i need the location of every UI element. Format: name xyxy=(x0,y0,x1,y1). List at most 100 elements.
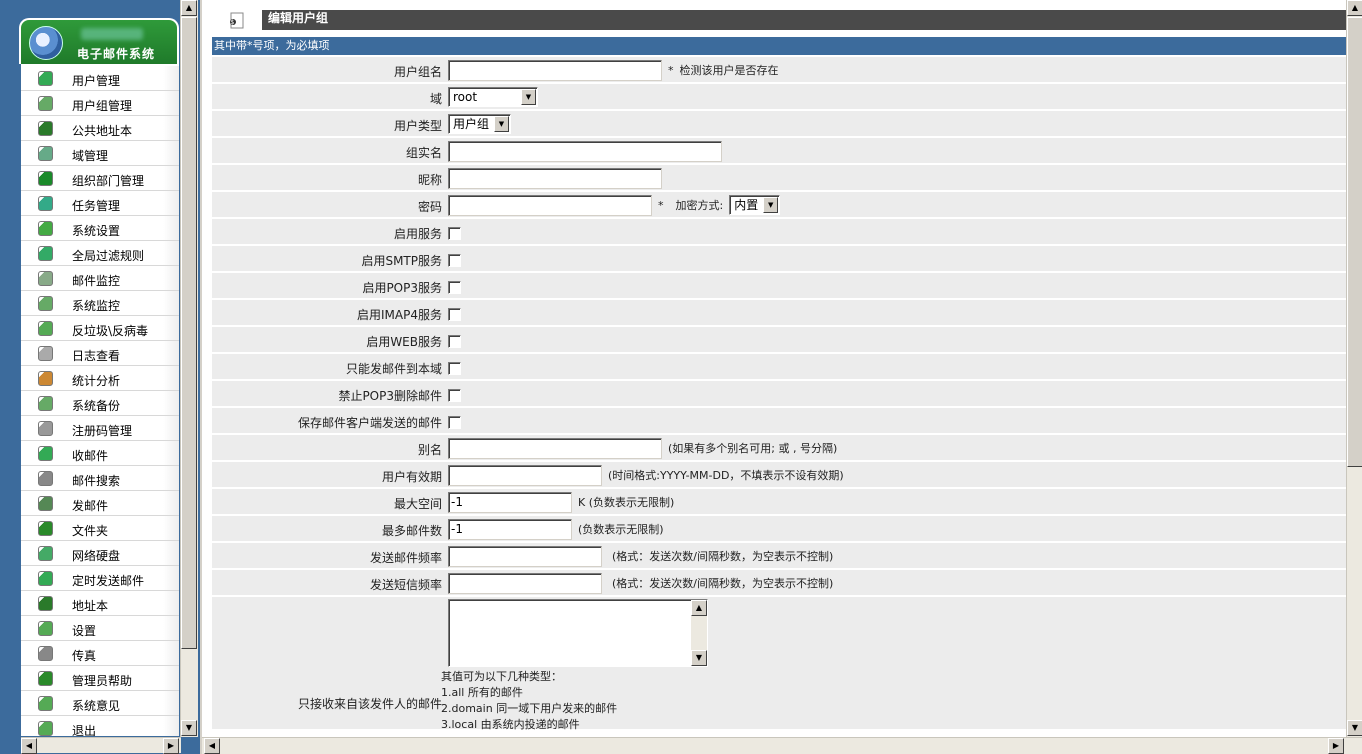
sidebar-item-filter[interactable]: 全局过滤规则 xyxy=(21,241,179,266)
sidebar-item-inbox-mail[interactable]: 收邮件 xyxy=(21,441,179,466)
sidebar-item-domain[interactable]: 域管理 xyxy=(21,141,179,166)
org-chart-icon xyxy=(38,171,53,186)
enable-web-label: 启用WEB服务 xyxy=(366,335,442,349)
sms-rate-label: 发送短信频率 xyxy=(369,578,442,592)
alias-input[interactable] xyxy=(448,437,662,459)
scroll-down-arrow-icon[interactable]: ▼ xyxy=(1347,720,1362,736)
password-input[interactable] xyxy=(448,194,652,216)
accept-from-label: 只接收来自该发件人的邮件 xyxy=(297,697,442,711)
form-row-local-only: 只能发邮件到本域 xyxy=(212,354,1348,381)
sidebar-item-statistics-chart[interactable]: 统计分析 xyxy=(21,366,179,391)
no-pop3-delete-checkbox[interactable] xyxy=(448,389,461,402)
max-mails-input[interactable] xyxy=(448,518,572,540)
enable-imap4-checkbox[interactable] xyxy=(448,308,461,321)
sidebar-item-address-book[interactable]: 公共地址本 xyxy=(21,116,179,141)
scroll-left-arrow-icon[interactable]: ◀ xyxy=(21,738,37,754)
content-horizontal-scrollbar[interactable]: ◀ ▶ xyxy=(202,737,1362,754)
group-name-input[interactable] xyxy=(448,59,662,81)
max-space-input[interactable] xyxy=(448,491,572,513)
page-title: 编辑用户组 xyxy=(262,10,1348,30)
accept-from-textarea[interactable]: ▲ ▼ xyxy=(448,599,708,667)
scroll-left-arrow-icon[interactable]: ◀ xyxy=(204,738,220,754)
sidebar-item-feedback[interactable]: 系统意见 xyxy=(21,691,179,716)
check-user-exists-link[interactable]: 检测该用户是否存在 xyxy=(680,62,779,78)
scroll-down-arrow-icon[interactable]: ▼ xyxy=(181,720,197,736)
domain-icon xyxy=(38,146,53,161)
scroll-up-arrow-icon[interactable]: ▲ xyxy=(1347,0,1362,16)
sidebar-item-label: 管理员帮助 xyxy=(72,674,133,688)
brand-header: 电子邮件系统 xyxy=(19,18,179,64)
real-name-input[interactable] xyxy=(448,140,722,162)
expiry-hint: (时间格式:YYYY-MM-DD，不填表示不设有效期) xyxy=(608,469,844,482)
sms-rate-input[interactable] xyxy=(448,572,602,594)
enable-service-checkbox[interactable] xyxy=(448,227,461,240)
sidebar-item-pen[interactable]: 发邮件 xyxy=(21,491,179,516)
scheduled-mail-icon xyxy=(38,571,53,586)
sidebar-item-network-disk[interactable]: 网络硬盘 xyxy=(21,541,179,566)
local-only-checkbox[interactable] xyxy=(448,362,461,375)
sidebar-item-user-group[interactable]: 用户组管理 xyxy=(21,91,179,116)
sidebar-item-user[interactable]: 用户管理 xyxy=(21,66,179,91)
form-row-enable-pop3: 启用POP3服务 xyxy=(212,273,1348,300)
nickname-label: 昵称 xyxy=(417,173,442,187)
sidebar-vertical-scrollbar[interactable]: ▲ ▼ xyxy=(180,0,198,737)
sidebar-item-help[interactable]: 管理员帮助 xyxy=(21,666,179,691)
enable-web-checkbox[interactable] xyxy=(448,335,461,348)
accept-from-description: 其值可为以下几种类型： 1.all 所有的邮件 2.domain 同一域下用户发… xyxy=(441,670,618,731)
blurred-brand-logo xyxy=(81,28,143,40)
sidebar-item-backup[interactable]: 系统备份 xyxy=(21,391,179,416)
scroll-down-arrow-icon[interactable]: ▼ xyxy=(691,650,707,666)
nickname-input[interactable] xyxy=(448,167,662,189)
sidebar-item-folder[interactable]: 文件夹 xyxy=(21,516,179,541)
sidebar-horizontal-scrollbar[interactable]: ◀ ▶ xyxy=(21,737,181,754)
scroll-thumb[interactable] xyxy=(1347,17,1362,467)
sidebar-item-antispam[interactable]: 反垃圾\反病毒 xyxy=(21,316,179,341)
form-row-user-type: 用户类型 用户组 ▼ xyxy=(212,111,1348,138)
sidebar-item-search[interactable]: 邮件搜索 xyxy=(21,466,179,491)
sidebar-item-task-calendar[interactable]: 任务管理 xyxy=(21,191,179,216)
sidebar-item-label: 系统意见 xyxy=(72,699,121,713)
search-icon xyxy=(38,471,53,486)
sidebar-item-label: 系统备份 xyxy=(72,399,121,413)
sidebar-item-exit[interactable]: 退出 xyxy=(21,716,179,736)
sidebar-item-log-document[interactable]: 日志查看 xyxy=(21,341,179,366)
chevron-down-icon: ▼ xyxy=(494,116,509,132)
sidebar-item-settings[interactable]: 设置 xyxy=(21,616,179,641)
scroll-thumb[interactable] xyxy=(181,17,197,649)
sidebar-item-mail-monitor[interactable]: 邮件监控 xyxy=(21,266,179,291)
sidebar-item-scheduled-mail[interactable]: 定时发送邮件 xyxy=(21,566,179,591)
sidebar-item-org-chart[interactable]: 组织部门管理 xyxy=(21,166,179,191)
expiry-input[interactable] xyxy=(448,464,602,486)
scroll-up-arrow-icon[interactable]: ▲ xyxy=(181,0,197,16)
domain-select[interactable]: root ▼ xyxy=(448,87,538,107)
sidebar-item-system-monitor[interactable]: 系统监控 xyxy=(21,291,179,316)
sidebar-item-label: 网络硬盘 xyxy=(72,549,121,563)
form-row-enable-imap4: 启用IMAP4服务 xyxy=(212,300,1348,327)
mail-rate-input[interactable] xyxy=(448,545,602,567)
textarea-scrollbar[interactable]: ▲ ▼ xyxy=(691,600,707,666)
encryption-select[interactable]: 内置 ▼ xyxy=(729,195,781,215)
sidebar-item-lock[interactable]: 注册码管理 xyxy=(21,416,179,441)
enable-smtp-checkbox[interactable] xyxy=(448,254,461,267)
sidebar-item-label: 日志查看 xyxy=(72,349,121,363)
form-row-enable-service: 启用服务 xyxy=(212,219,1348,246)
sidebar-item-label: 文件夹 xyxy=(72,524,109,538)
enable-pop3-checkbox[interactable] xyxy=(448,281,461,294)
sidebar-item-label: 邮件监控 xyxy=(72,274,121,288)
sidebar-item-gear[interactable]: 系统设置 xyxy=(21,216,179,241)
statistics-chart-icon xyxy=(38,371,53,386)
fax-icon xyxy=(38,646,53,661)
scroll-right-arrow-icon[interactable]: ▶ xyxy=(163,738,179,754)
chevron-down-icon: ▼ xyxy=(763,197,779,213)
sidebar-item-contacts-book[interactable]: 地址本 xyxy=(21,591,179,616)
user-type-select[interactable]: 用户组 ▼ xyxy=(448,114,511,134)
content-vertical-scrollbar[interactable]: ▲ ▼ xyxy=(1346,0,1362,737)
scroll-right-arrow-icon[interactable]: ▶ xyxy=(1328,738,1344,754)
sidebar-item-label: 统计分析 xyxy=(72,374,121,388)
scroll-up-arrow-icon[interactable]: ▲ xyxy=(691,600,707,616)
save-sent-checkbox[interactable] xyxy=(448,416,461,429)
address-book-icon xyxy=(38,121,53,136)
chevron-down-icon: ▼ xyxy=(521,89,536,105)
sidebar-item-fax[interactable]: 传真 xyxy=(21,641,179,666)
enable-service-label: 启用服务 xyxy=(393,227,442,241)
